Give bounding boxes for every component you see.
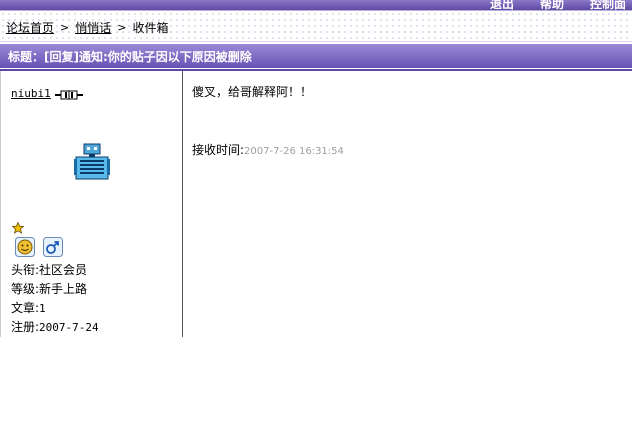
message-title: 标题：[回复]通知:你的贴子因以下原因被删除 — [8, 50, 252, 64]
author-panel: niubi1 头衔:社区会员 等级:新手上路 文章:1 注册:2007-7-24 — [0, 71, 183, 337]
top-nav-bar: 退出 帮助 控制面 — [0, 0, 632, 10]
author-level-label: 等级: — [11, 282, 40, 296]
author-registered-value: 2007-7-24 — [39, 321, 99, 334]
logout-link[interactable]: 退出 — [490, 0, 514, 10]
message-title-bar: 标题：[回复]通知:你的贴子因以下原因被删除 — [0, 44, 632, 68]
breadcrumb-separator: > — [117, 21, 127, 34]
medal-icon — [15, 237, 35, 260]
received-time: 2007-7-26 16:31:54 — [244, 146, 344, 157]
author-username-link[interactable]: niubi1 — [11, 87, 51, 100]
robot-avatar-icon — [74, 143, 110, 184]
breadcrumb-separator: > — [60, 21, 70, 34]
plug-icon — [55, 89, 83, 103]
received-info: 接收时间:2007-7-26 16:31:54 — [192, 141, 344, 158]
control-panel-link[interactable]: 控制面 — [590, 0, 626, 10]
breadcrumb-messages-link[interactable]: 悄悄话 — [75, 19, 111, 36]
author-posts: 文章:1 — [11, 299, 46, 316]
author-title-label: 头衔: — [11, 263, 40, 277]
author-title-value: 社区会员 — [39, 263, 88, 277]
author-registered-label: 注册: — [11, 320, 40, 334]
message-post: niubi1 头衔:社区会员 等级:新手上路 文章:1 注册:2007-7-24… — [0, 69, 632, 337]
breadcrumb-home-link[interactable]: 论坛首页 — [6, 19, 54, 36]
star-icon — [11, 221, 25, 237]
author-posts-label: 文章: — [11, 301, 40, 315]
breadcrumb: 论坛首页 > 悄悄话 > 收件箱 — [0, 10, 632, 42]
breadcrumb-current: 收件箱 — [132, 21, 169, 35]
message-body: 傻叉，给哥解释阿！！ — [192, 85, 313, 99]
author-level-value: 新手上路 — [39, 282, 88, 296]
author-posts-value: 1 — [39, 302, 46, 315]
author-level: 等级:新手上路 — [11, 280, 87, 297]
help-link[interactable]: 帮助 — [540, 0, 564, 10]
male-icon — [43, 237, 63, 260]
received-label: 接收时间: — [192, 143, 245, 157]
author-registered: 注册:2007-7-24 — [11, 318, 99, 335]
author-title: 头衔:社区会员 — [11, 261, 87, 278]
